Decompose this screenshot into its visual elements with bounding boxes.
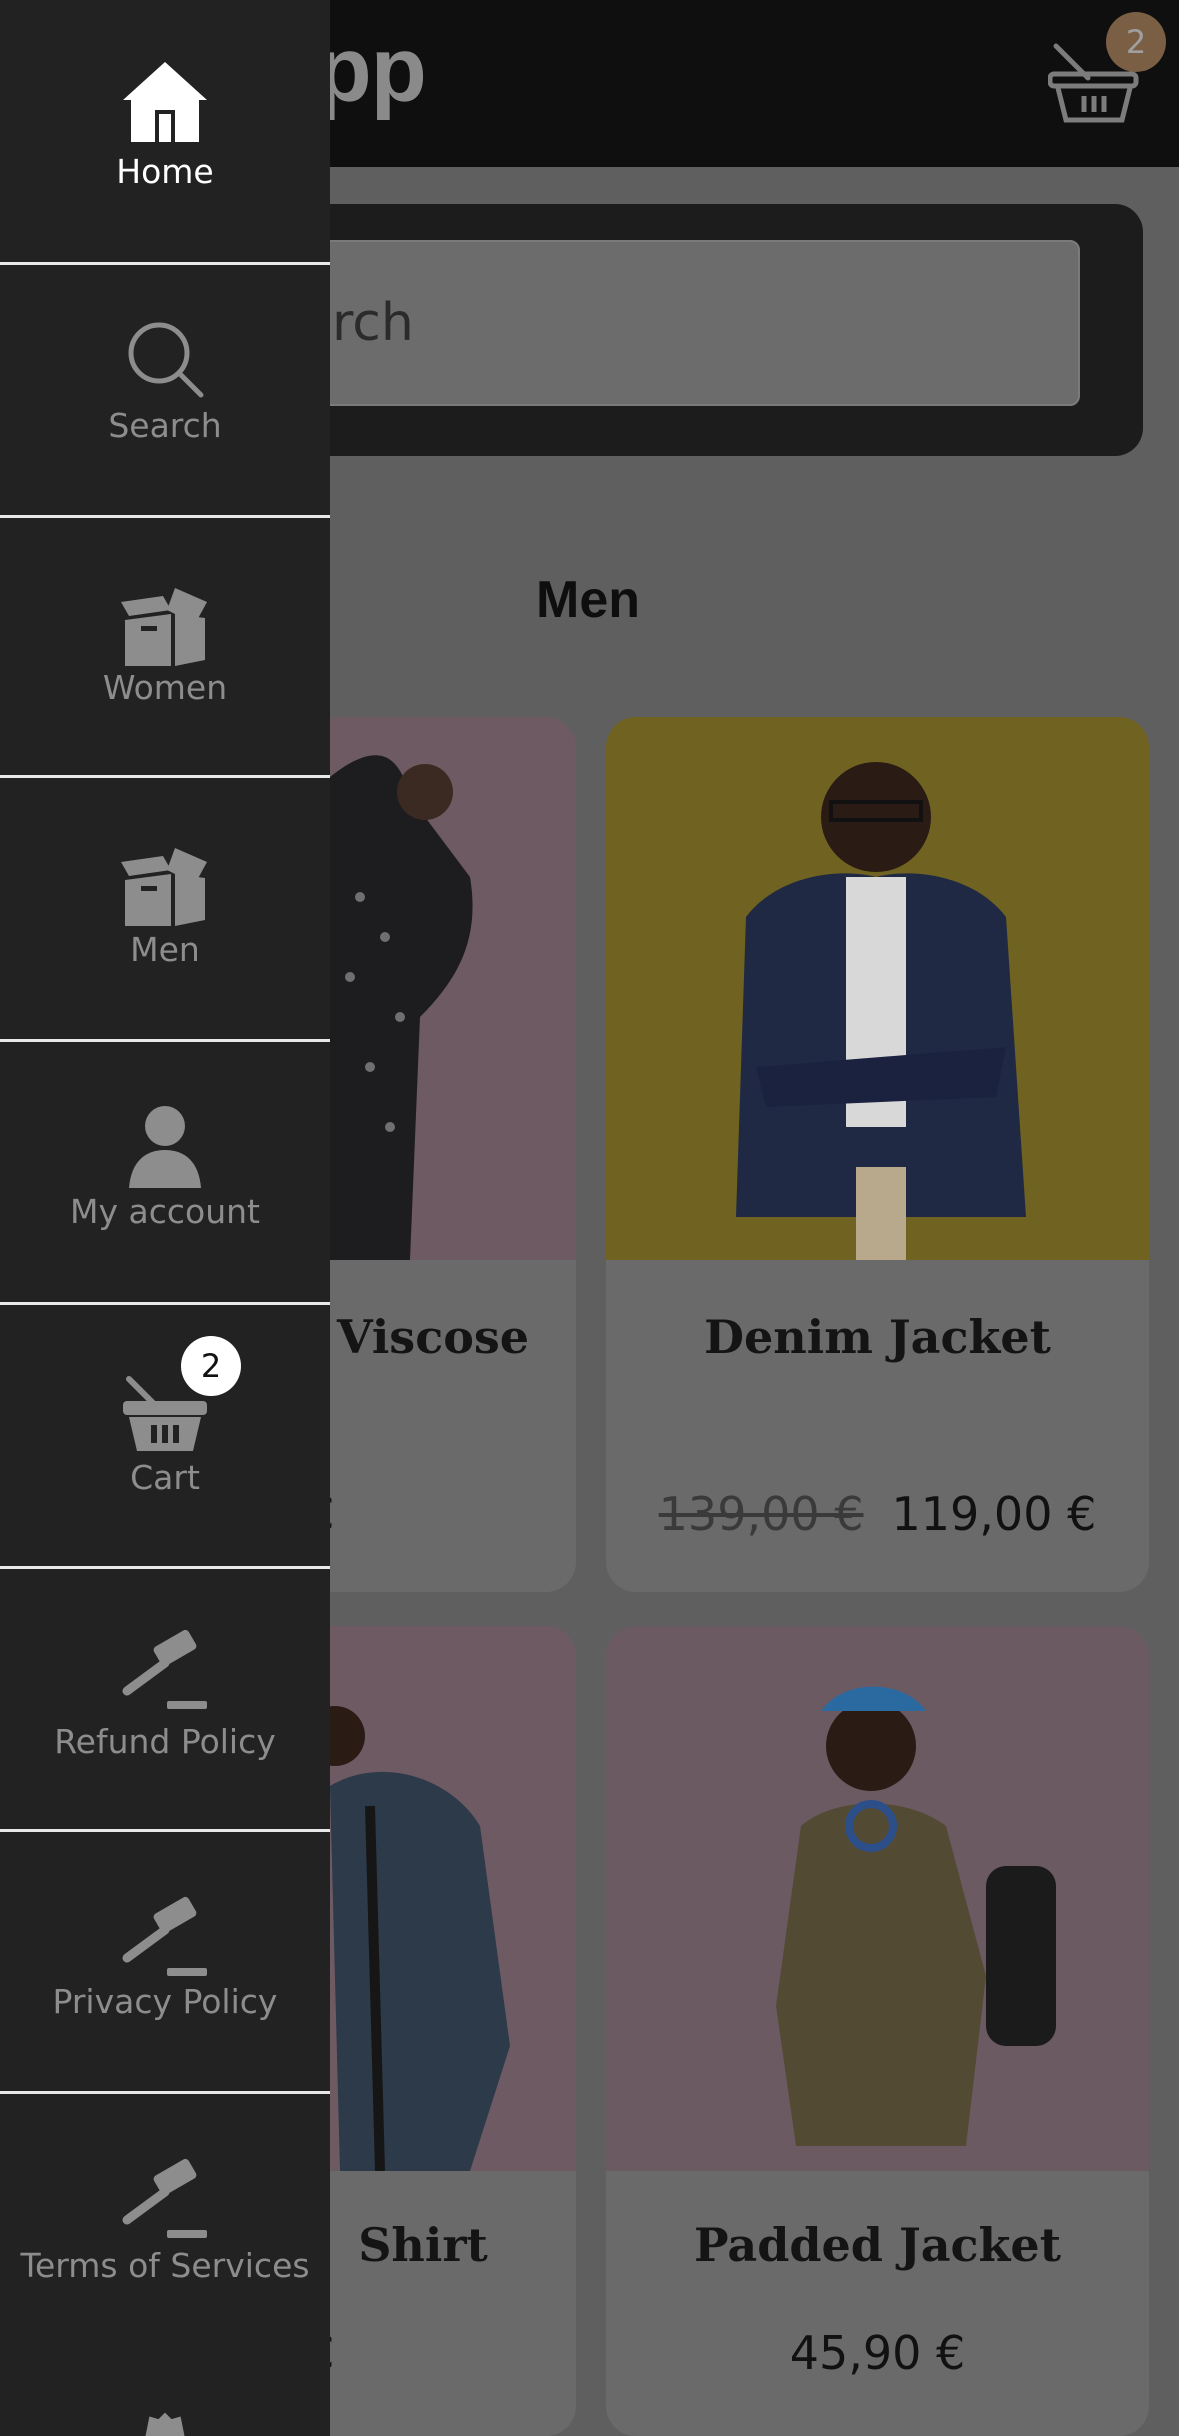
- navigation-drawer: Home Search Women Men My account Cart 2 …: [0, 0, 330, 2436]
- gavel-icon: [122, 1629, 207, 1709]
- drawer-item-label: Men: [130, 930, 200, 969]
- gear-icon[interactable]: [125, 2410, 205, 2436]
- drawer-cart-badge: 2: [181, 1336, 241, 1396]
- product-price: 45,90 €: [789, 2326, 966, 2380]
- drawer-item-label: Privacy Policy: [52, 1982, 278, 2021]
- gavel-icon: [122, 1896, 207, 1976]
- user-icon: [129, 1106, 201, 1188]
- home-icon: [123, 62, 207, 142]
- gavel-icon: [122, 2158, 207, 2238]
- drawer-item-label: My account: [70, 1192, 260, 1231]
- search-input[interactable]: rch: [310, 240, 1080, 406]
- drawer-item-women[interactable]: Women: [0, 518, 330, 778]
- drawer-item-refund-policy[interactable]: Refund Policy: [0, 1569, 330, 1832]
- product-old-price: 139,00 €: [658, 1487, 864, 1541]
- search-placeholder: rch: [332, 293, 414, 353]
- drawer-item-label: Terms of Services: [20, 2246, 310, 2285]
- drawer-item-label: Home: [116, 152, 214, 191]
- product-card[interactable]: Denim Jacket 139,00 € 119,00 €: [606, 717, 1149, 1592]
- drawer-item-terms-of-services[interactable]: Terms of Services: [0, 2094, 330, 2357]
- drawer-item-home[interactable]: Home: [0, 0, 330, 265]
- product-name: Padded Jacket: [694, 2218, 1061, 2272]
- section-title: Men: [536, 571, 640, 629]
- drawer-item-label: Search: [108, 406, 222, 445]
- box-icon: [121, 588, 207, 666]
- cart-count-badge: 2: [1106, 12, 1166, 72]
- product-sale-price: 119,00 €: [891, 1487, 1097, 1541]
- product-image: [606, 717, 1149, 1260]
- drawer-item-label: Cart: [130, 1458, 200, 1497]
- drawer-item-my-account[interactable]: My account: [0, 1042, 330, 1305]
- drawer-item-label: Refund Policy: [54, 1722, 276, 1761]
- product-price: 139,00 € 119,00 €: [606, 1487, 1149, 1541]
- box-icon: [121, 848, 207, 926]
- drawer-item-cart[interactable]: Cart: [0, 1305, 330, 1569]
- drawer-item-privacy-policy[interactable]: Privacy Policy: [0, 1832, 330, 2094]
- product-name: Denim Jacket: [704, 1310, 1051, 1364]
- drawer-item-search[interactable]: Search: [0, 265, 330, 518]
- product-card[interactable]: Padded Jacket 45,90 €: [606, 1626, 1149, 2436]
- drawer-item-label: Women: [102, 668, 228, 707]
- search-icon: [128, 322, 204, 398]
- drawer-item-men[interactable]: Men: [0, 778, 330, 1042]
- product-image: [606, 1626, 1149, 2171]
